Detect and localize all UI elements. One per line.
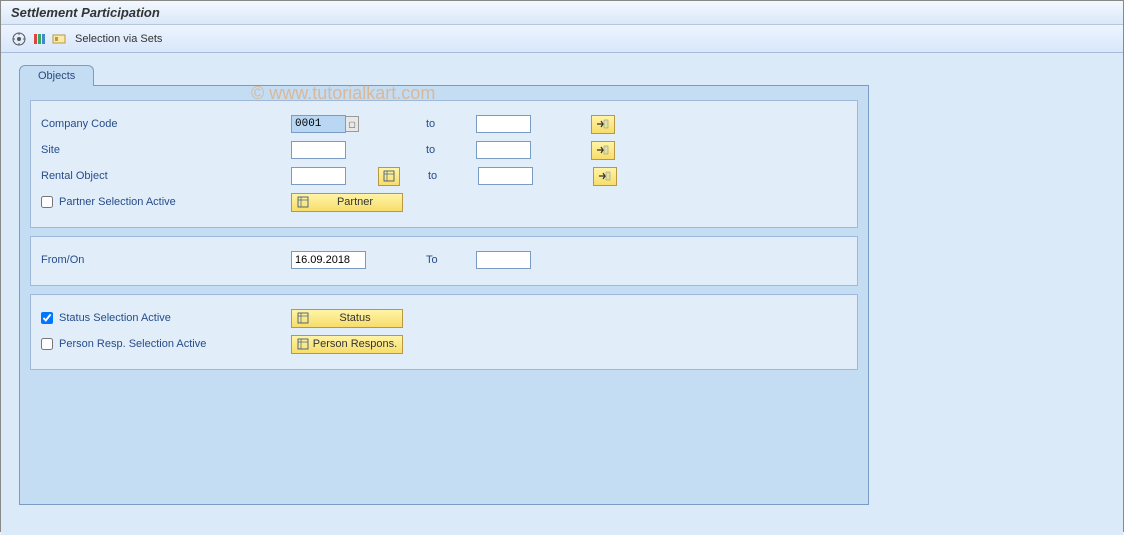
title-text: Settlement Participation bbox=[11, 5, 160, 20]
site-input[interactable] bbox=[291, 141, 346, 159]
person-resp-button[interactable]: Person Respons. bbox=[291, 335, 403, 354]
row-rental-object: Rental Object to bbox=[41, 165, 847, 187]
page-title: Settlement Participation bbox=[1, 1, 1123, 25]
person-resp-selection-checkbox[interactable] bbox=[41, 338, 53, 350]
selection-sets-icon[interactable] bbox=[51, 31, 67, 47]
row-partner-selection: Partner Selection Active Partner bbox=[41, 191, 847, 213]
group-status: Status Selection Active Status Person Re… bbox=[30, 294, 858, 370]
from-on-input[interactable] bbox=[291, 251, 366, 269]
partner-button-icon bbox=[296, 195, 310, 209]
status-button[interactable]: Status bbox=[291, 309, 403, 328]
rental-object-detail-button[interactable] bbox=[378, 167, 400, 186]
company-code-to-label: to bbox=[426, 118, 476, 130]
partner-selection-checkbox[interactable] bbox=[41, 196, 53, 208]
label-from-on: From/On bbox=[41, 254, 291, 266]
person-resp-button-icon bbox=[296, 337, 310, 351]
label-company-code: Company Code bbox=[41, 118, 291, 130]
variant-icon[interactable] bbox=[31, 31, 47, 47]
partner-selection-text: Partner Selection Active bbox=[59, 196, 176, 208]
row-from-on: From/On To bbox=[41, 249, 847, 271]
tab-container: Objects Company Code ▢ to bbox=[19, 65, 869, 505]
company-code-multiselect-button[interactable] bbox=[591, 115, 615, 134]
site-multiselect-button[interactable] bbox=[591, 141, 615, 160]
tab-objects[interactable]: Objects bbox=[19, 65, 94, 86]
company-code-input[interactable] bbox=[291, 115, 346, 133]
label-rental-object: Rental Object bbox=[41, 170, 291, 182]
person-resp-selection-text: Person Resp. Selection Active bbox=[59, 338, 206, 350]
company-code-to-input[interactable] bbox=[476, 115, 531, 133]
rental-object-to-label: to bbox=[428, 170, 478, 182]
execute-icon[interactable] bbox=[11, 31, 27, 47]
content-area: © www.tutorialkart.com Objects Company C… bbox=[1, 53, 1123, 535]
label-site: Site bbox=[41, 144, 291, 156]
toolbar: Selection via Sets bbox=[1, 25, 1123, 53]
group-dates: From/On To bbox=[30, 236, 858, 286]
to-date-input[interactable] bbox=[476, 251, 531, 269]
label-partner-selection: Partner Selection Active bbox=[41, 196, 291, 208]
company-code-f4-icon[interactable]: ▢ bbox=[345, 116, 359, 132]
rental-object-input[interactable] bbox=[291, 167, 346, 185]
status-selection-text: Status Selection Active bbox=[59, 312, 171, 324]
status-selection-checkbox[interactable] bbox=[41, 312, 53, 324]
site-to-input[interactable] bbox=[476, 141, 531, 159]
row-person-resp-selection: Person Resp. Selection Active Person Res… bbox=[41, 333, 847, 355]
tab-strip: Objects bbox=[19, 65, 869, 86]
rental-object-multiselect-button[interactable] bbox=[593, 167, 617, 186]
status-button-icon bbox=[296, 311, 310, 325]
tab-body: Company Code ▢ to Site bbox=[19, 85, 869, 505]
partner-button[interactable]: Partner bbox=[291, 193, 403, 212]
person-resp-button-label: Person Respons. bbox=[312, 338, 398, 350]
status-button-label: Status bbox=[312, 312, 398, 324]
partner-button-label: Partner bbox=[312, 196, 398, 208]
site-to-label: to bbox=[426, 144, 476, 156]
row-company-code: Company Code ▢ to bbox=[41, 113, 847, 135]
label-person-resp-selection: Person Resp. Selection Active bbox=[41, 338, 291, 350]
row-site: Site to bbox=[41, 139, 847, 161]
row-status-selection: Status Selection Active Status bbox=[41, 307, 847, 329]
label-status-selection: Status Selection Active bbox=[41, 312, 291, 324]
selection-via-sets-button[interactable]: Selection via Sets bbox=[71, 31, 166, 47]
from-on-to-label: To bbox=[426, 254, 476, 266]
group-selection: Company Code ▢ to Site bbox=[30, 100, 858, 228]
rental-object-to-input[interactable] bbox=[478, 167, 533, 185]
